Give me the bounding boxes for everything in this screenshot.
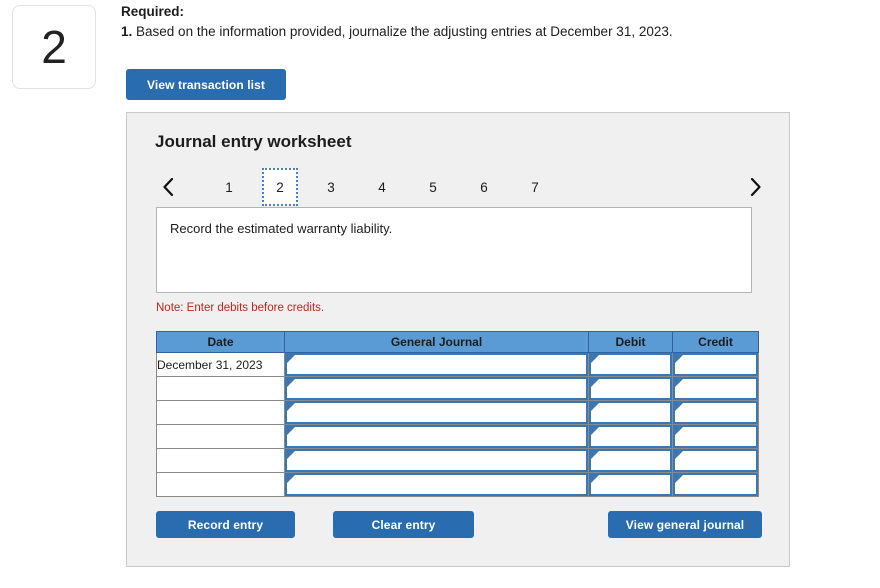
general-journal-input[interactable] xyxy=(285,353,588,376)
credit-input-cell xyxy=(672,376,759,401)
cell-dropdown-marker-icon[interactable] xyxy=(675,475,683,483)
cell-dropdown-marker-icon[interactable] xyxy=(675,427,683,435)
worksheet-tab-7[interactable]: 7 xyxy=(517,168,553,206)
date-cell[interactable]: December 31, 2023 xyxy=(156,352,285,377)
entry-description-box: Record the estimated warranty liability. xyxy=(156,207,752,293)
table-row xyxy=(156,448,759,473)
chevron-left-icon[interactable] xyxy=(157,168,179,206)
date-cell[interactable] xyxy=(156,424,285,449)
question-number: 2 xyxy=(41,21,67,73)
worksheet-tab-6[interactable]: 6 xyxy=(466,168,502,206)
general-journal-input-cell xyxy=(284,424,589,449)
debit-input[interactable] xyxy=(589,353,672,376)
worksheet-tab-2[interactable]: 2 xyxy=(262,168,298,206)
chevron-right-icon[interactable] xyxy=(745,168,767,206)
debit-input[interactable] xyxy=(589,473,672,496)
question-number-badge: 2 xyxy=(12,5,96,89)
cell-dropdown-marker-icon[interactable] xyxy=(675,403,683,411)
cell-dropdown-marker-icon[interactable] xyxy=(591,355,599,363)
required-block: Required: 1. Based on the information pr… xyxy=(121,3,861,41)
credit-input[interactable] xyxy=(673,473,758,496)
table-row xyxy=(156,424,759,449)
cell-dropdown-marker-icon[interactable] xyxy=(591,475,599,483)
debit-input[interactable] xyxy=(589,425,672,448)
debit-input-cell xyxy=(588,352,673,377)
date-cell[interactable] xyxy=(156,448,285,473)
table-row xyxy=(156,472,759,497)
debit-input[interactable] xyxy=(589,449,672,472)
worksheet-tab-3[interactable]: 3 xyxy=(313,168,349,206)
required-label: Required: xyxy=(121,4,185,19)
table-row xyxy=(156,376,759,401)
required-item: 1. Based on the information provided, jo… xyxy=(121,22,861,41)
debit-input-cell xyxy=(588,400,673,425)
date-cell[interactable] xyxy=(156,400,285,425)
cell-dropdown-marker-icon[interactable] xyxy=(287,475,295,483)
general-journal-input[interactable] xyxy=(285,377,588,400)
credit-input[interactable] xyxy=(673,425,758,448)
general-journal-input[interactable] xyxy=(285,425,588,448)
view-transaction-list-button[interactable]: View transaction list xyxy=(126,69,286,100)
cell-dropdown-marker-icon[interactable] xyxy=(287,379,295,387)
date-cell[interactable] xyxy=(156,376,285,401)
journal-entry-table: Date General Journal Debit Credit December … xyxy=(156,331,759,497)
entry-description-text: Record the estimated warranty liability. xyxy=(170,221,393,236)
worksheet-tab-1[interactable]: 1 xyxy=(211,168,247,206)
journal-entry-worksheet-panel: Journal entry worksheet 1234567 Record t… xyxy=(126,112,790,567)
required-item-text: Based on the information provided, journ… xyxy=(136,24,673,39)
credit-input-cell xyxy=(672,472,759,497)
general-journal-input-cell xyxy=(284,400,589,425)
cell-dropdown-marker-icon[interactable] xyxy=(675,379,683,387)
debit-input-cell xyxy=(588,448,673,473)
general-journal-input-cell xyxy=(284,352,589,377)
debit-input-cell xyxy=(588,376,673,401)
cell-dropdown-marker-icon[interactable] xyxy=(591,427,599,435)
general-journal-input-cell xyxy=(284,472,589,497)
column-header-credit: Credit xyxy=(672,331,759,353)
cell-dropdown-marker-icon[interactable] xyxy=(287,355,295,363)
general-journal-input[interactable] xyxy=(285,401,588,424)
column-header-general-journal: General Journal xyxy=(284,331,589,353)
credit-input-cell xyxy=(672,448,759,473)
worksheet-tab-strip: 1234567 xyxy=(151,168,767,206)
table-header-row: Date General Journal Debit Credit xyxy=(156,331,759,353)
credit-input-cell xyxy=(672,352,759,377)
credit-input[interactable] xyxy=(673,401,758,424)
cell-dropdown-marker-icon[interactable] xyxy=(675,355,683,363)
debit-input[interactable] xyxy=(589,401,672,424)
debit-input-cell xyxy=(588,472,673,497)
cell-dropdown-marker-icon[interactable] xyxy=(591,379,599,387)
general-journal-input-cell xyxy=(284,376,589,401)
debit-input[interactable] xyxy=(589,377,672,400)
column-header-debit: Debit xyxy=(588,331,673,353)
general-journal-input-cell xyxy=(284,448,589,473)
credit-input[interactable] xyxy=(673,377,758,400)
debits-before-credits-note: Note: Enter debits before credits. xyxy=(156,302,325,314)
cell-dropdown-marker-icon[interactable] xyxy=(591,451,599,459)
table-row: December 31, 2023 xyxy=(156,352,759,377)
worksheet-title: Journal entry worksheet xyxy=(155,132,352,151)
cell-dropdown-marker-icon[interactable] xyxy=(287,451,295,459)
general-journal-input[interactable] xyxy=(285,449,588,472)
column-header-date: Date xyxy=(156,331,285,353)
clear-entry-button[interactable]: Clear entry xyxy=(333,511,474,538)
date-cell[interactable] xyxy=(156,472,285,497)
cell-dropdown-marker-icon[interactable] xyxy=(287,427,295,435)
cell-dropdown-marker-icon[interactable] xyxy=(287,403,295,411)
credit-input[interactable] xyxy=(673,449,758,472)
cell-dropdown-marker-icon[interactable] xyxy=(675,451,683,459)
credit-input[interactable] xyxy=(673,353,758,376)
worksheet-tab-4[interactable]: 4 xyxy=(364,168,400,206)
credit-input-cell xyxy=(672,424,759,449)
debit-input-cell xyxy=(588,424,673,449)
general-journal-input[interactable] xyxy=(285,473,588,496)
view-general-journal-button[interactable]: View general journal xyxy=(608,511,762,538)
worksheet-tab-5[interactable]: 5 xyxy=(415,168,451,206)
credit-input-cell xyxy=(672,400,759,425)
record-entry-button[interactable]: Record entry xyxy=(156,511,295,538)
table-row xyxy=(156,400,759,425)
required-item-index: 1. xyxy=(121,24,133,39)
cell-dropdown-marker-icon[interactable] xyxy=(591,403,599,411)
